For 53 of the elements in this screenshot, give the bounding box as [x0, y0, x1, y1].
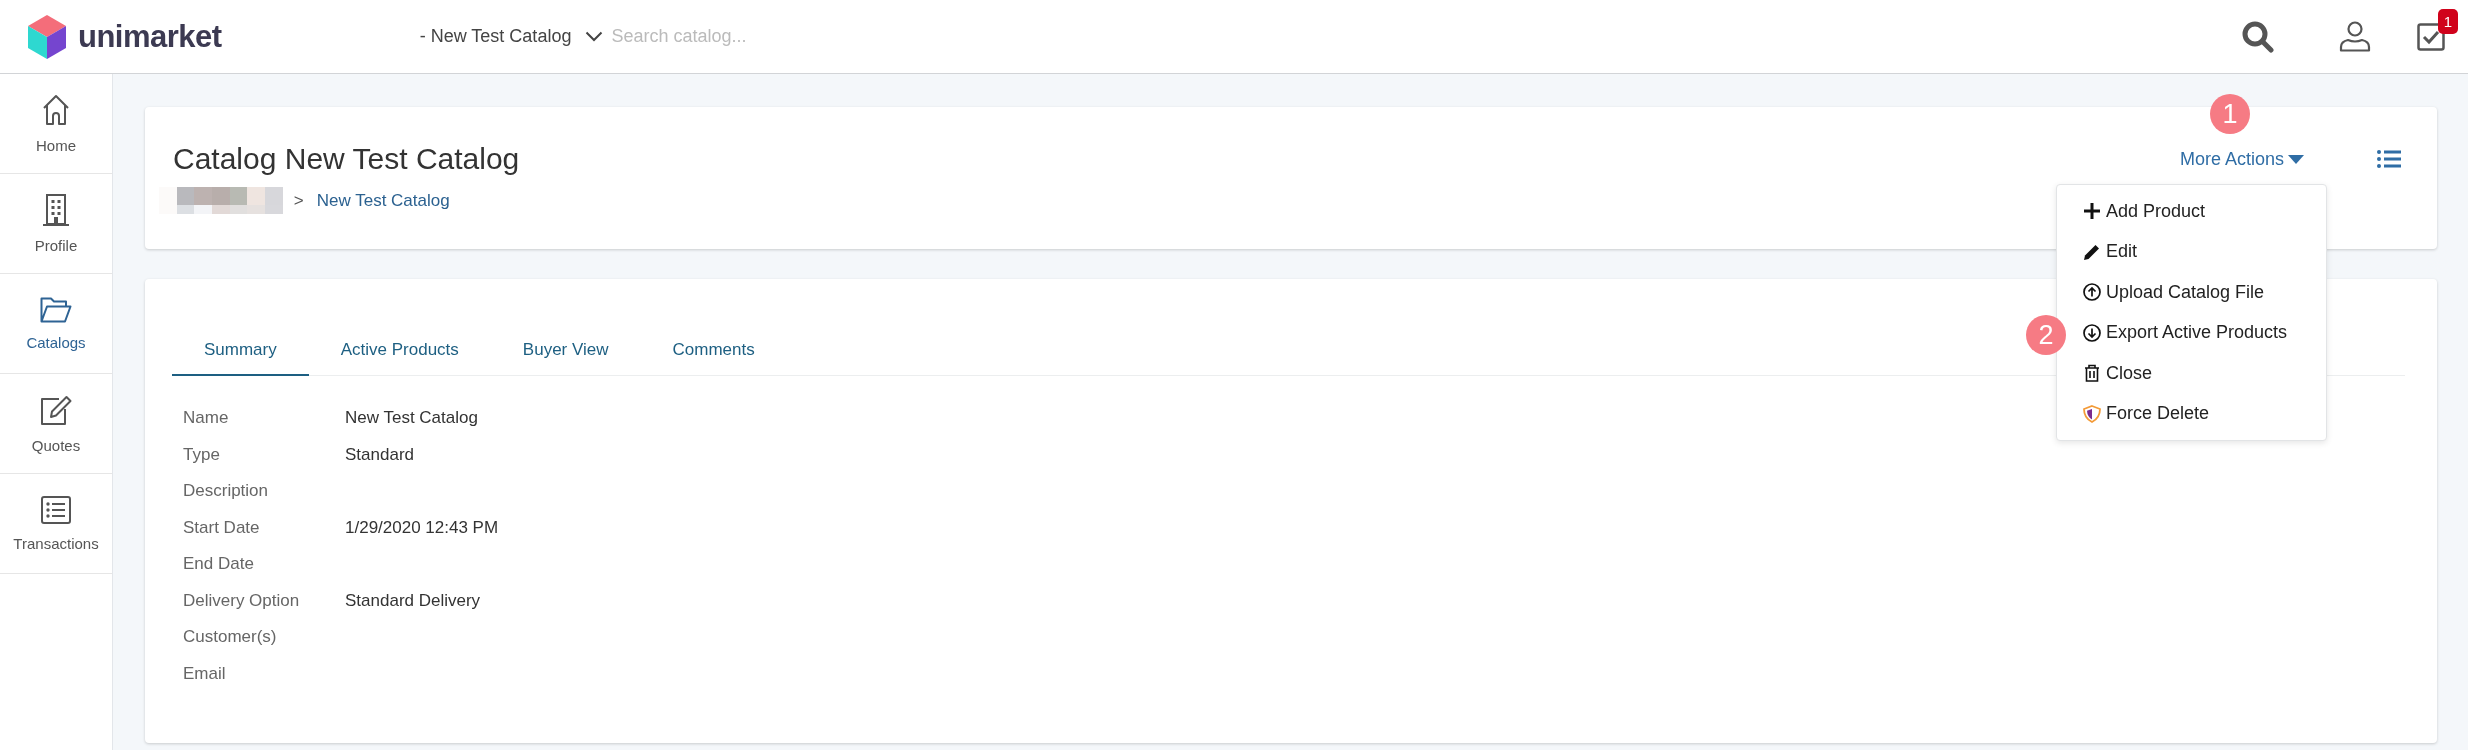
list-view-button[interactable] — [2377, 150, 2401, 168]
shield-icon — [2083, 404, 2101, 423]
menu-item[interactable]: Force Delete — [2071, 393, 2326, 434]
plus-icon — [2083, 202, 2101, 221]
notification-badge: 1 — [2437, 8, 2458, 34]
search-field[interactable]: Search catalog... — [611, 24, 912, 49]
menu-item[interactable]: Add Product — [2071, 191, 2326, 232]
breadcrumb-separator: > — [293, 190, 304, 211]
edit-icon — [40, 393, 72, 426]
folder-icon — [40, 296, 72, 323]
menu-item[interactable]: Edit — [2071, 231, 2326, 272]
home-icon — [42, 93, 70, 126]
catalog-selector[interactable]: - New Test Catalog — [419, 26, 604, 47]
breadcrumb-link[interactable]: New Test Catalog — [316, 190, 450, 211]
field-label: End Date — [183, 554, 255, 575]
field-label: Delivery Option — [183, 590, 301, 611]
tab[interactable]: Buyer View — [490, 329, 641, 376]
search-button[interactable] — [2242, 20, 2274, 53]
field-value: Standard — [345, 444, 415, 465]
caret-icon — [2288, 154, 2304, 164]
field-label: Start Date — [183, 517, 261, 538]
tab[interactable]: Comments — [640, 329, 787, 376]
field-value: 1/29/2020 12:43 PM — [345, 517, 499, 538]
field-label: Description — [183, 481, 270, 502]
checkbox-icon — [2417, 22, 2445, 51]
field-label: Email — [183, 663, 227, 684]
user-button[interactable] — [2339, 21, 2371, 52]
search-icon — [2242, 20, 2274, 53]
pencil-icon — [2083, 242, 2101, 261]
page-title: Catalog New Test Catalog — [173, 141, 520, 177]
download-icon — [2083, 323, 2101, 342]
field-value: New Test Catalog — [345, 408, 479, 429]
logo-text: unimarket — [78, 18, 222, 55]
cube-logo-icon — [28, 14, 66, 59]
tasks-button[interactable]: 1 — [2417, 8, 2458, 51]
list-icon — [2377, 150, 2401, 168]
field-value: Standard Delivery — [345, 590, 482, 611]
chevron-down-icon — [585, 31, 604, 42]
user-icon — [2339, 21, 2371, 52]
field-label: Customer(s) — [183, 627, 278, 648]
numbered-marker: 1 — [2210, 94, 2250, 134]
building-icon — [43, 193, 69, 226]
more-actions-button[interactable]: More Actions — [2179, 148, 2304, 170]
menu-item[interactable]: Upload Catalog File — [2071, 272, 2326, 313]
menu-item[interactable]: Close — [2071, 353, 2326, 394]
upload-icon — [2083, 283, 2101, 302]
menu-item[interactable]: Export Active Products — [2071, 312, 2326, 353]
field-label: Name — [183, 408, 230, 429]
list-icon — [41, 495, 71, 524]
trash-icon — [2083, 364, 2101, 383]
tab[interactable]: Active Products — [308, 329, 491, 376]
tab[interactable]: Summary — [172, 329, 309, 376]
field-label: Type — [183, 444, 221, 465]
